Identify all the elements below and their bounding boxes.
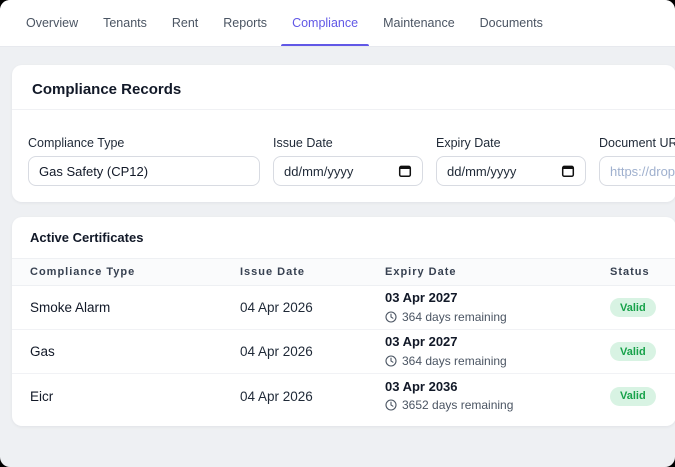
- table-header-row: Compliance Type Issue Date Expiry Date S…: [12, 258, 675, 286]
- tab-overview[interactable]: Overview: [15, 0, 89, 46]
- document-url-label: Document URL: [599, 136, 675, 150]
- cell-compliance-type: Gas: [30, 344, 55, 359]
- cell-issue-date: 04 Apr 2026: [240, 388, 313, 404]
- cell-status: Valid: [610, 342, 658, 361]
- document-url-field: Document URL: [599, 136, 675, 186]
- clock-icon: [385, 399, 397, 412]
- cell-compliance-type: Smoke Alarm: [30, 300, 111, 315]
- tab-documents[interactable]: Documents: [469, 0, 554, 46]
- cell-issue-date: 04 Apr 2026: [240, 344, 313, 359]
- cell-status: Valid: [610, 386, 658, 406]
- compliance-type-label: Compliance Type: [28, 136, 125, 150]
- issue-date-value: dd/mm/yyyy: [284, 163, 354, 179]
- tab-reports[interactable]: Reports: [212, 0, 278, 46]
- header-expiry-date: Expiry Date: [385, 266, 457, 278]
- document-url-input-wrap: [599, 156, 675, 186]
- table-row[interactable]: Eicr 04 Apr 2026 03 Apr 2036 3652 days r…: [12, 374, 675, 418]
- document-url-input[interactable]: [610, 163, 675, 179]
- clock-icon: [385, 355, 397, 367]
- days-remaining-text: 364 days remaining: [402, 309, 507, 324]
- days-remaining-text: 364 days remaining: [402, 353, 507, 368]
- status-badge: Valid: [610, 386, 656, 406]
- compliance-records-card: Compliance Records Compliance Type Issue…: [12, 65, 675, 202]
- cell-issue-date: 04 Apr 2026: [240, 300, 313, 315]
- cell-status: Valid: [610, 298, 658, 317]
- compliance-type-input[interactable]: [39, 163, 249, 179]
- expiry-date-text: 03 Apr 2036: [385, 378, 458, 394]
- table-row[interactable]: Smoke Alarm 04 Apr 2026 03 Apr 2027 364 …: [12, 286, 675, 330]
- expiry-date-text: 03 Apr 2027: [385, 334, 458, 350]
- tab-bar: Overview Tenants Rent Reports Compliance…: [0, 0, 675, 47]
- expiry-date-field: Expiry Date dd/mm/yyyy: [436, 136, 586, 186]
- tab-tenants[interactable]: Tenants: [92, 0, 158, 46]
- cell-compliance-type: Eicr: [30, 388, 54, 404]
- issue-date-input[interactable]: dd/mm/yyyy: [273, 156, 423, 186]
- days-remaining: 3652 days remaining: [385, 398, 610, 412]
- header-status: Status: [610, 266, 650, 278]
- active-certificates-card: Active Certificates Compliance Type Issu…: [12, 217, 675, 426]
- compliance-page: Overview Tenants Rent Reports Compliance…: [0, 0, 675, 467]
- issue-date-field: Issue Date dd/mm/yyyy: [273, 136, 423, 186]
- cell-expiry: 03 Apr 2027 364 days remaining: [385, 334, 610, 368]
- expiry-date-text: 03 Apr 2027: [385, 290, 458, 306]
- status-badge: Valid: [610, 298, 656, 317]
- calendar-icon[interactable]: [398, 164, 412, 178]
- days-remaining: 364 days remaining: [385, 310, 610, 324]
- compliance-type-input-wrap: [28, 156, 260, 186]
- cell-expiry: 03 Apr 2027 364 days remaining: [385, 290, 610, 324]
- table-row[interactable]: Gas 04 Apr 2026 03 Apr 2027 364 days rem…: [12, 330, 675, 374]
- compliance-form: Compliance Type Issue Date dd/mm/yyyy: [12, 110, 675, 202]
- clock-icon: [385, 311, 397, 323]
- expiry-date-input[interactable]: dd/mm/yyyy: [436, 156, 586, 186]
- table-title: Active Certificates: [30, 230, 144, 245]
- cell-expiry: 03 Apr 2036 3652 days remaining: [385, 378, 610, 413]
- expiry-date-value: dd/mm/yyyy: [447, 163, 517, 179]
- days-remaining-text: 3652 days remaining: [402, 398, 514, 413]
- issue-date-label: Issue Date: [273, 136, 333, 150]
- days-remaining: 364 days remaining: [385, 354, 610, 368]
- card-title: Compliance Records: [12, 65, 675, 110]
- tab-maintenance[interactable]: Maintenance: [372, 0, 466, 46]
- status-badge: Valid: [610, 342, 656, 361]
- header-issue-date: Issue Date: [240, 266, 306, 278]
- compliance-type-field: Compliance Type: [28, 136, 260, 186]
- expiry-date-label: Expiry Date: [436, 136, 501, 150]
- tab-compliance[interactable]: Compliance: [281, 0, 370, 46]
- tab-rent[interactable]: Rent: [161, 0, 209, 46]
- calendar-icon[interactable]: [561, 164, 575, 178]
- header-compliance-type: Compliance Type: [30, 266, 136, 278]
